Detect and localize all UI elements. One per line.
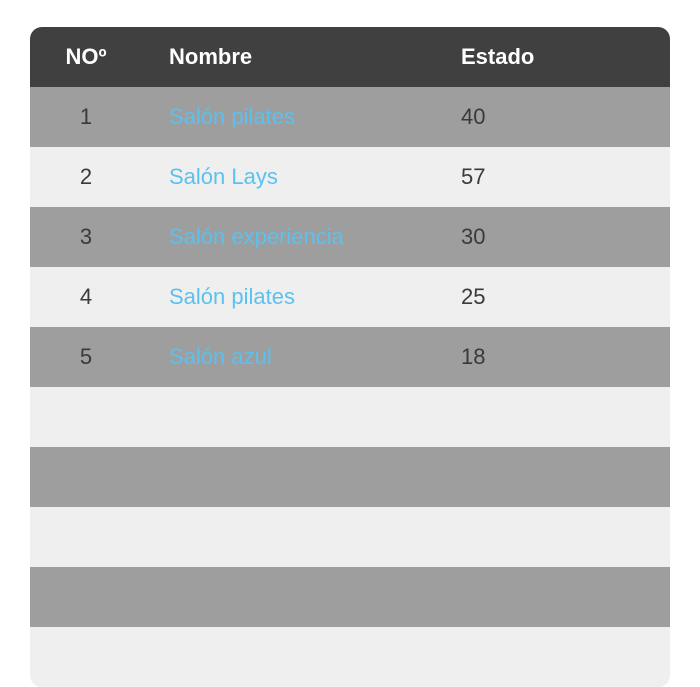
room-name-link[interactable]: Salón Lays	[169, 147, 278, 207]
row-number: 5	[79, 344, 93, 369]
room-name-link[interactable]: Salón azul	[169, 327, 272, 387]
row-state: 40	[461, 104, 486, 129]
row-number: 1	[79, 104, 93, 129]
empty-row	[30, 507, 670, 567]
table-row: 4 Salón pilates 25	[30, 267, 670, 327]
row-state: 30	[461, 224, 486, 249]
empty-row	[30, 387, 670, 447]
room-name-link[interactable]: Salón pilates	[169, 87, 295, 147]
room-name-link[interactable]: Salón experiencia	[169, 207, 344, 267]
empty-row	[30, 627, 670, 687]
row-number: 3	[79, 224, 93, 249]
empty-row	[30, 447, 670, 507]
table-row: 3 Salón experiencia 30	[30, 207, 670, 267]
row-number: 2	[79, 164, 93, 189]
room-name-link[interactable]: Salón pilates	[169, 267, 295, 327]
header-state: Estado	[461, 44, 535, 69]
table-row: 1 Salón pilates 40	[30, 87, 670, 147]
table-header: NOº Nombre Estado	[30, 27, 670, 87]
empty-row	[30, 567, 670, 627]
row-number: 4	[79, 284, 93, 309]
header-name: Nombre	[169, 44, 253, 69]
table-row: 2 Salón Lays 57	[30, 147, 670, 207]
row-state: 18	[461, 344, 486, 369]
data-table: NOº Nombre Estado 1 Salón pilates 40 2 S…	[30, 27, 670, 687]
row-state: 57	[461, 164, 486, 189]
row-state: 25	[461, 284, 486, 309]
table-row: 5 Salón azul 18	[30, 327, 670, 387]
header-no: NOº	[65, 44, 107, 69]
